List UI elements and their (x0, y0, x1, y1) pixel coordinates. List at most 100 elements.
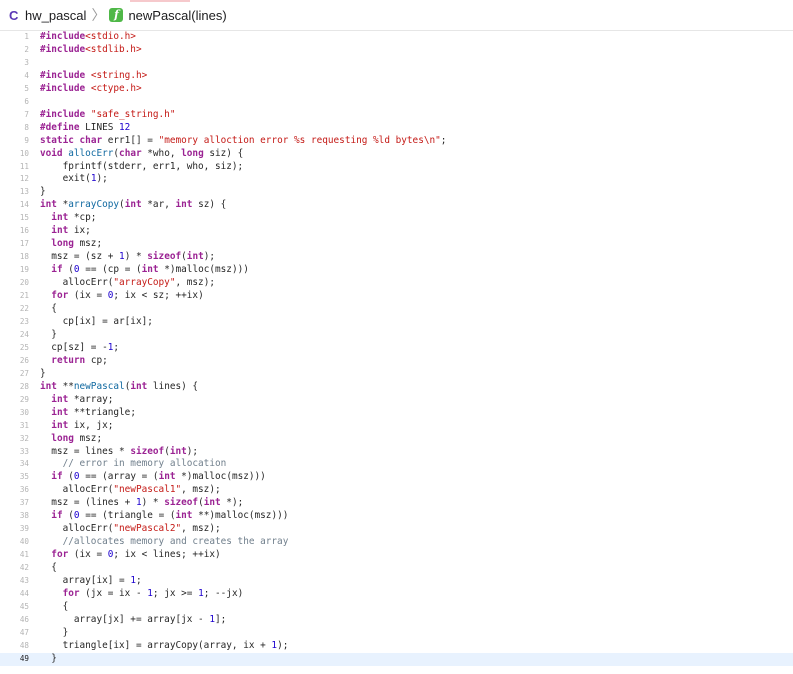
line-number: 7 (24, 109, 29, 119)
code-line[interactable]: 40 //allocates memory and creates the ar… (0, 536, 793, 549)
code-line[interactable]: 25 cp[sz] = -1; (0, 342, 793, 355)
code-text: } (40, 652, 57, 664)
code-line[interactable]: 12 exit(1); (0, 173, 793, 186)
code-line[interactable]: 49 } (0, 652, 793, 666)
code-line[interactable]: 1 #include<stdio.h> (0, 31, 793, 44)
code-line[interactable]: 15 int *cp; (0, 212, 793, 225)
code-line[interactable]: 23 cp[ix] = ar[ix]; (0, 316, 793, 329)
code-text: #include<stdio.h> (40, 31, 136, 42)
breadcrumb-function-label: newPascal(lines) (128, 7, 227, 23)
code-line[interactable]: 47 } (0, 627, 793, 640)
c-file-icon: C (9, 7, 19, 23)
line-number: 31 (19, 420, 29, 430)
code-line[interactable]: 20 allocErr("arrayCopy", msz); (0, 277, 793, 290)
code-line[interactable]: 48 triangle[ix] = arrayCopy(array, ix + … (0, 640, 793, 653)
code-line[interactable]: 6 (0, 96, 793, 109)
line-number: 22 (19, 304, 29, 314)
code-line[interactable]: 35 if (0 == (array = (int *)malloc(msz))… (0, 471, 793, 484)
breadcrumb-function[interactable]: f newPascal(lines) (109, 0, 227, 31)
line-number: 28 (19, 381, 29, 391)
code-line[interactable]: 44 for (jx = ix - 1; jx >= 1; --jx) (0, 588, 793, 601)
code-line[interactable]: 4 #include <string.h> (0, 70, 793, 83)
code-line[interactable]: 26 return cp; (0, 355, 793, 368)
code-text: { (40, 303, 57, 315)
line-number: 38 (19, 511, 29, 521)
code-line[interactable]: 27} (0, 368, 793, 381)
code-text: for (ix = 0; ix < lines; ++ix) (51, 549, 221, 561)
line-number: 27 (19, 368, 29, 378)
line-number: 12 (19, 174, 29, 184)
code-line[interactable]: 16 int ix; (0, 225, 793, 238)
code-line[interactable]: 14 int *arrayCopy(int *ar, int sz) { (0, 199, 793, 212)
line-number: 32 (19, 433, 29, 443)
code-line[interactable]: 21 for (ix = 0; ix < sz; ++ix) (0, 290, 793, 303)
line-number: 5 (24, 83, 29, 93)
code-line[interactable]: 19 if (0 == (cp = (int *)malloc(msz))) (0, 264, 793, 277)
code-line[interactable]: 32 long msz; (0, 433, 793, 446)
code-line[interactable]: 31 int ix, jx; (0, 420, 793, 433)
code-line[interactable]: 5 #include <ctype.h> (0, 83, 793, 96)
line-number: 10 (19, 148, 29, 158)
line-number: 14 (19, 200, 29, 210)
code-text: { (40, 562, 57, 574)
line-number: 20 (19, 278, 29, 288)
code-line[interactable]: 30 int **triangle; (0, 407, 793, 420)
code-line[interactable]: 13} (0, 186, 793, 199)
line-number: 25 (19, 342, 29, 352)
code-line[interactable]: 46 array[jx] += array[jx - 1]; (0, 614, 793, 627)
line-number: 37 (19, 498, 29, 508)
code-line[interactable]: 45 { (0, 601, 793, 614)
code-text: { (40, 600, 69, 612)
code-text: if (0 == (triangle = (int **)malloc(msz)… (51, 510, 289, 522)
code-line[interactable]: 8 #define LINES 12 (0, 122, 793, 135)
line-number: 21 (19, 291, 29, 301)
code-line[interactable]: 28 int **newPascal(int lines) { (0, 381, 793, 394)
line-number: 1 (24, 32, 29, 41)
code-line[interactable]: 29 int *array; (0, 394, 793, 407)
line-number: 46 (19, 614, 29, 624)
code-line[interactable]: 37 msz = (lines + 1) * sizeof(int *); (0, 497, 793, 510)
code-line[interactable]: 41 for (ix = 0; ix < lines; ++ix) (0, 549, 793, 562)
code-line[interactable]: 9 static char err1[] = "memory alloction … (0, 135, 793, 148)
code-text: long msz; (51, 238, 103, 250)
line-number: 35 (19, 472, 29, 482)
code-line[interactable]: 24 } (0, 329, 793, 342)
code-text: cp[ix] = ar[ix]; (40, 315, 153, 327)
code-text: return cp; (51, 354, 108, 366)
code-line[interactable]: 33 msz = lines * sizeof(int); (0, 446, 793, 459)
line-number: 34 (19, 459, 29, 469)
code-line[interactable]: 11 fprintf(stderr, err1, who, siz); (0, 161, 793, 174)
code-line[interactable]: 39 allocErr("newPascal2", msz); (0, 523, 793, 536)
jump-bar: C hw_pascal 〉 f newPascal(lines) (0, 0, 793, 31)
line-number: 36 (19, 485, 29, 495)
line-number: 41 (19, 550, 29, 560)
code-line[interactable]: 7 #include "safe_string.h" (0, 109, 793, 122)
code-text: #include <ctype.h> (40, 82, 142, 94)
code-line[interactable]: 43 array[ix] = 1; (0, 575, 793, 588)
code-text: long msz; (51, 432, 103, 444)
line-number: 3 (24, 57, 29, 67)
code-line[interactable]: 18 msz = (sz + 1) * sizeof(int); (0, 251, 793, 264)
line-number: 40 (19, 537, 29, 547)
code-text: msz = lines * sizeof(int); (40, 445, 199, 457)
code-text: cp[sz] = -1; (40, 341, 120, 353)
code-line[interactable]: 36 allocErr("newPascal1", msz); (0, 484, 793, 497)
code-text: #include<stdlib.h> (40, 43, 142, 55)
code-line[interactable]: 42 { (0, 562, 793, 575)
code-text: int ix, jx; (51, 419, 114, 431)
code-editor[interactable]: 1 #include<stdio.h> 2 #include<stdlib.h> 3 4 #… (0, 31, 793, 674)
line-number: 42 (19, 563, 29, 573)
code-line[interactable]: 17 long msz; (0, 238, 793, 251)
code-line[interactable]: 22 { (0, 303, 793, 316)
code-line[interactable]: 38 if (0 == (triangle = (int **)malloc(m… (0, 510, 793, 523)
code-line[interactable]: 3 (0, 57, 793, 70)
code-text: } (40, 186, 46, 198)
code-line[interactable]: 2 #include<stdlib.h> (0, 44, 793, 57)
line-number: 13 (19, 187, 29, 197)
code-text: #include <string.h> (40, 69, 148, 81)
code-line[interactable]: 10 void allocErr(char *who, long siz) { (0, 148, 793, 161)
code-line[interactable]: 34 // error in memory allocation (0, 458, 793, 471)
code-text: void allocErr(char *who, long siz) { (40, 147, 244, 159)
line-number: 33 (19, 446, 29, 456)
breadcrumb-file[interactable]: C hw_pascal (9, 0, 86, 31)
